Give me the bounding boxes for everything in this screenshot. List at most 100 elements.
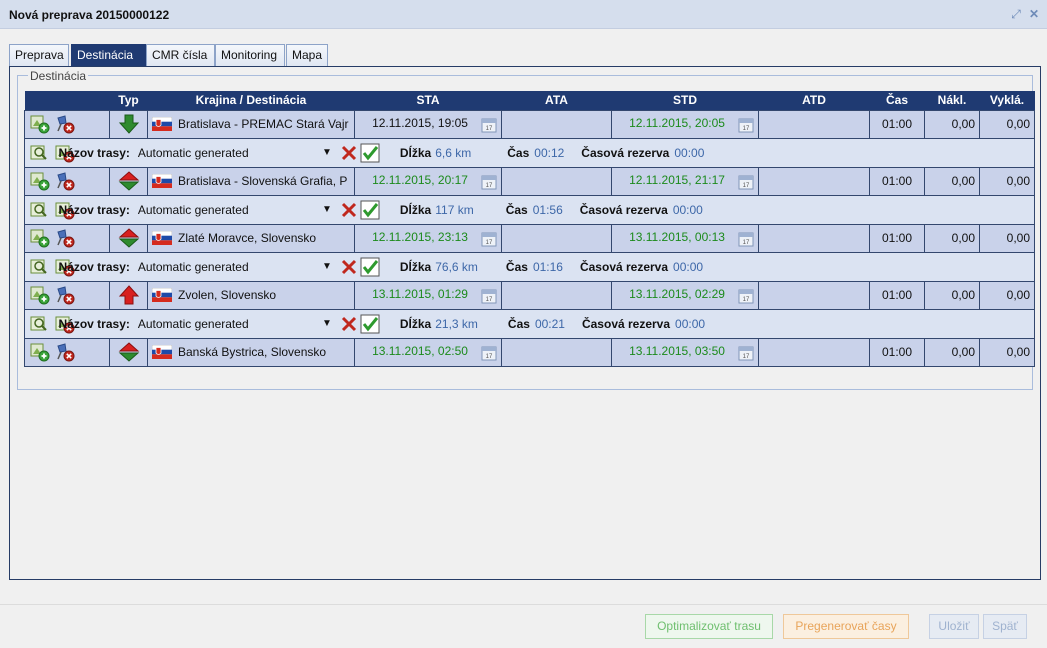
tab-destinacia[interactable]: Destinácia — [71, 44, 150, 67]
remove-destination-icon[interactable] — [54, 342, 76, 362]
calendar-icon[interactable] — [738, 117, 754, 133]
route-details: Názov trasy: Automatic generated ▼ Dĺžka … — [59, 308, 1035, 339]
calendar-icon[interactable] — [481, 174, 497, 190]
std-cell[interactable]: 12.11.2015, 21:17 — [611, 166, 759, 196]
remove-destination-icon[interactable] — [54, 171, 76, 191]
unload-cell[interactable]: 0,00 — [979, 166, 1035, 196]
tab-preprava[interactable]: Preprava — [9, 44, 69, 67]
remove-destination-icon[interactable] — [54, 114, 76, 134]
time-cell[interactable]: 01:00 — [869, 223, 925, 253]
cancel-route-icon[interactable] — [340, 315, 358, 333]
route-name-select[interactable]: Automatic generated ▼ — [138, 201, 334, 219]
destination-name: Zvolen, Slovensko — [178, 287, 277, 302]
time-cell[interactable]: 01:00 — [869, 166, 925, 196]
route-search-icon[interactable] — [29, 257, 51, 277]
load-unload-icon[interactable] — [117, 171, 141, 191]
calendar-icon[interactable] — [738, 345, 754, 361]
destination-cell[interactable]: Bratislava - PREMAC Stará Vajr — [147, 109, 355, 139]
unload-cell[interactable]: 0,00 — [979, 109, 1035, 139]
route-name-select[interactable]: Automatic generated ▼ — [138, 315, 334, 333]
destination-row: Banská Bystrica, Slovensko 13.11.2015, 0… — [24, 337, 1035, 367]
calendar-icon[interactable] — [738, 288, 754, 304]
cancel-route-icon[interactable] — [340, 258, 358, 276]
cancel-route-icon[interactable] — [340, 201, 358, 219]
ata-cell[interactable] — [501, 166, 612, 196]
calendar-icon[interactable] — [481, 288, 497, 304]
calendar-icon[interactable] — [738, 174, 754, 190]
sta-cell[interactable]: 13.11.2015, 01:29 — [354, 280, 502, 310]
tab-mapa[interactable]: Mapa — [286, 44, 328, 67]
atd-cell[interactable] — [758, 223, 870, 253]
optimize-route-button[interactable]: Optimalizovať trasu — [645, 614, 773, 639]
std-cell[interactable]: 13.11.2015, 00:13 — [611, 223, 759, 253]
route-search-icon[interactable] — [29, 200, 51, 220]
std-value: 13.11.2015, 00:13 — [629, 229, 725, 244]
load-unload-icon[interactable] — [117, 228, 141, 248]
calendar-icon[interactable] — [481, 231, 497, 247]
time-cell[interactable]: 01:00 — [869, 109, 925, 139]
std-cell[interactable]: 12.11.2015, 20:05 — [611, 109, 759, 139]
cancel-route-icon[interactable] — [340, 144, 358, 162]
load-cell[interactable]: 0,00 — [924, 166, 980, 196]
load-cell[interactable]: 0,00 — [924, 109, 980, 139]
destination-cell[interactable]: Banská Bystrica, Slovensko — [147, 337, 355, 367]
save-button[interactable]: Uložiť — [929, 614, 979, 639]
calendar-icon[interactable] — [738, 231, 754, 247]
maximize-icon[interactable]: ⤢ — [1010, 8, 1022, 20]
add-destination-icon[interactable] — [29, 114, 51, 134]
route-name-select[interactable]: Automatic generated ▼ — [138, 258, 334, 276]
confirm-route-icon[interactable] — [360, 257, 380, 277]
unload-cell[interactable]: 0,00 — [979, 223, 1035, 253]
sta-cell[interactable]: 13.11.2015, 02:50 — [354, 337, 502, 367]
ata-cell[interactable] — [501, 337, 612, 367]
calendar-icon[interactable] — [481, 117, 497, 133]
route-search-icon[interactable] — [29, 314, 51, 334]
route-search-icon[interactable] — [29, 143, 51, 163]
back-button[interactable]: Späť — [983, 614, 1027, 639]
add-destination-icon[interactable] — [29, 171, 51, 191]
add-destination-icon[interactable] — [29, 342, 51, 362]
tab-monitoring[interactable]: Monitoring — [215, 44, 285, 67]
calendar-icon[interactable] — [481, 345, 497, 361]
load-cell[interactable]: 0,00 — [924, 280, 980, 310]
confirm-route-icon[interactable] — [360, 314, 380, 334]
tab-cmr-cisla[interactable]: CMR čísla — [146, 44, 215, 67]
std-cell[interactable]: 13.11.2015, 03:50 — [611, 337, 759, 367]
load-arrow-up-icon[interactable] — [117, 285, 141, 305]
ata-cell[interactable] — [501, 109, 612, 139]
remove-destination-icon[interactable] — [54, 228, 76, 248]
add-destination-icon[interactable] — [29, 228, 51, 248]
atd-cell[interactable] — [758, 337, 870, 367]
sta-value: 13.11.2015, 02:50 — [372, 343, 468, 358]
ata-cell[interactable] — [501, 223, 612, 253]
time-cell[interactable]: 01:00 — [869, 337, 925, 367]
ata-cell[interactable] — [501, 280, 612, 310]
atd-cell[interactable] — [758, 166, 870, 196]
load-cell[interactable]: 0,00 — [924, 223, 980, 253]
std-cell[interactable]: 13.11.2015, 02:29 — [611, 280, 759, 310]
destination-cell[interactable]: Zlaté Moravce, Slovensko — [147, 223, 355, 253]
sta-cell[interactable]: 12.11.2015, 23:13 — [354, 223, 502, 253]
remove-destination-icon[interactable] — [54, 285, 76, 305]
unload-cell[interactable]: 0,00 — [979, 337, 1035, 367]
route-details: Názov trasy: Automatic generated ▼ Dĺžka … — [59, 251, 1035, 282]
load-cell[interactable]: 0,00 — [924, 337, 980, 367]
close-icon[interactable]: ✕ — [1028, 8, 1040, 20]
atd-cell[interactable] — [758, 109, 870, 139]
destination-cell[interactable]: Bratislava - Slovenská Grafia, P — [147, 166, 355, 196]
sta-cell[interactable]: 12.11.2015, 19:05 — [354, 109, 502, 139]
atd-cell[interactable] — [758, 280, 870, 310]
time-cell[interactable]: 01:00 — [869, 280, 925, 310]
unload-arrow-down-icon[interactable] — [117, 114, 141, 134]
confirm-route-icon[interactable] — [360, 143, 380, 163]
sta-cell[interactable]: 12.11.2015, 20:17 — [354, 166, 502, 196]
add-destination-icon[interactable] — [29, 285, 51, 305]
load-unload-icon[interactable] — [117, 342, 141, 362]
row-actions — [24, 223, 110, 253]
type-cell — [109, 280, 148, 310]
confirm-route-icon[interactable] — [360, 200, 380, 220]
unload-cell[interactable]: 0,00 — [979, 280, 1035, 310]
route-name-select[interactable]: Automatic generated ▼ — [138, 144, 334, 162]
regenerate-times-button[interactable]: Pregenerovať časy — [783, 614, 909, 639]
destination-cell[interactable]: Zvolen, Slovensko — [147, 280, 355, 310]
